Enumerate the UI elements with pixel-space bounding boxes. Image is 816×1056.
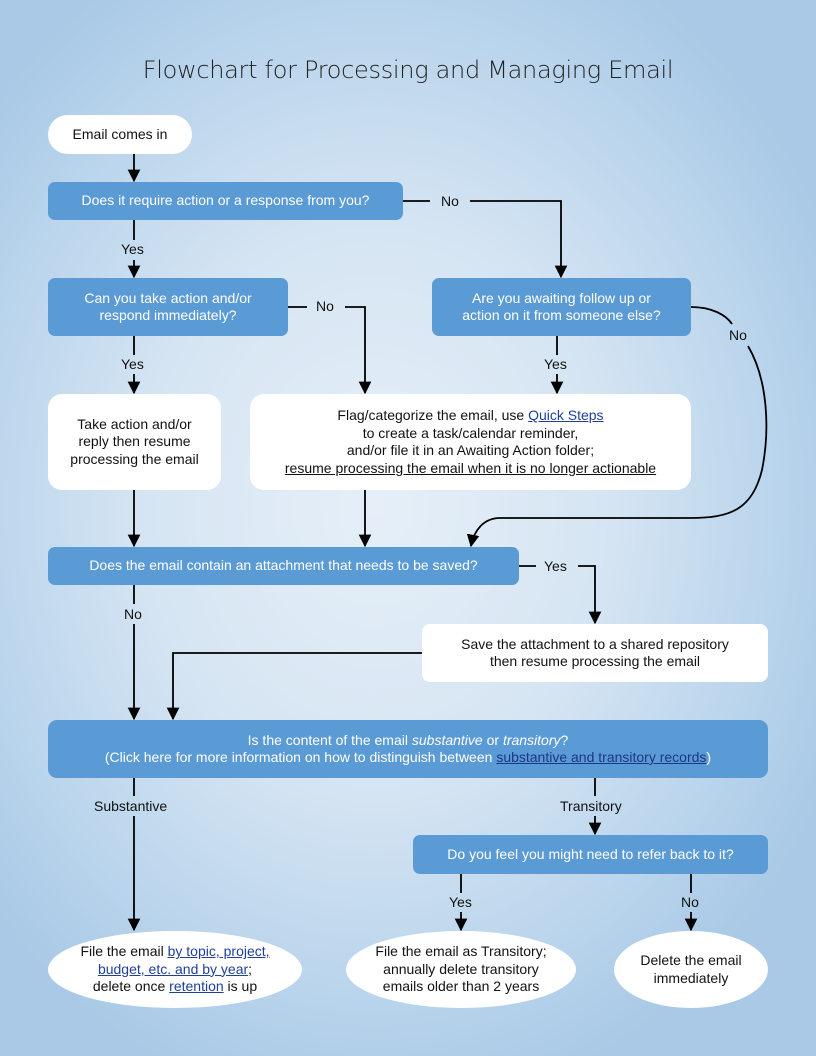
take-action-node: Take action and/or reply then resume pro… bbox=[48, 394, 221, 490]
take-action-line2: reply then resume bbox=[78, 433, 191, 450]
decision-requires-action-text: Does it require action or a response fro… bbox=[81, 192, 370, 209]
quick-steps-link[interactable]: Quick Steps bbox=[528, 407, 603, 423]
label-no-attachment: No bbox=[124, 606, 142, 622]
label-yes-action: Yes bbox=[121, 241, 144, 257]
line-attachment-yes bbox=[519, 565, 595, 623]
file-transitory-line1: File the email as Transitory; bbox=[375, 943, 547, 960]
retention-link[interactable]: retention bbox=[169, 978, 223, 994]
decision-act-immediately-line1: Can you take action and/or bbox=[84, 289, 252, 306]
take-action-line1: Take action and/or bbox=[77, 415, 192, 432]
decision-content-type[interactable]: Is the content of the email substantive … bbox=[48, 720, 768, 778]
decision-awaiting-line1: Are you awaiting follow up or bbox=[471, 289, 651, 306]
take-action-line3: processing the email bbox=[70, 450, 199, 467]
save-attachment-node: Save the attachment to a shared reposito… bbox=[422, 624, 768, 682]
content-line1-suffix: ? bbox=[560, 731, 569, 748]
decision-awaiting-line2: action on it from someone else? bbox=[462, 307, 661, 323]
flag-categorize-node: Flag/categorize the email, use Quick Ste… bbox=[250, 394, 691, 490]
flag-line4: resume processing the email when it is n… bbox=[284, 459, 657, 476]
file-email-mid: ; bbox=[248, 960, 253, 977]
save-attachment-line1: Save the attachment to a shared reposito… bbox=[461, 635, 729, 652]
line-save-to-content bbox=[166, 652, 422, 721]
decision-requires-action: Does it require action or a response fro… bbox=[48, 182, 403, 220]
label-yes-immediate: Yes bbox=[121, 356, 144, 372]
content-line1-mid: or bbox=[482, 731, 503, 748]
label-substantive: Substantive bbox=[94, 798, 168, 814]
content-line1-prefix: Is the content of the email bbox=[247, 731, 412, 748]
file-email-line3-suffix: is up bbox=[223, 978, 258, 995]
label-yes-attachment: Yes bbox=[544, 558, 567, 574]
label-no-awaiting: No bbox=[729, 327, 747, 343]
decision-attachment: Does the email contain an attachment tha… bbox=[48, 547, 519, 585]
substantive-em: substantive bbox=[411, 731, 483, 748]
file-email-line3-prefix: delete once bbox=[92, 978, 170, 995]
start-text: Email comes in bbox=[72, 125, 168, 142]
content-line2-suffix: ) bbox=[706, 749, 712, 765]
label-yes-awaiting: Yes bbox=[544, 356, 567, 372]
filing-link-part2[interactable]: budget, etc. and by year bbox=[98, 961, 248, 977]
delete-email-node: Delete the email immediately bbox=[614, 931, 768, 1008]
file-transitory-line3: emails older than 2 years bbox=[382, 978, 540, 995]
decision-refer-back-text: Do you feel you might need to refer back… bbox=[447, 845, 734, 862]
transitory-em: transitory bbox=[502, 731, 561, 748]
line-action-no bbox=[403, 200, 561, 277]
label-no-refer: No bbox=[681, 894, 699, 910]
records-link[interactable]: substantive and transitory records bbox=[496, 749, 706, 765]
delete-email-line1: Delete the email bbox=[640, 952, 742, 968]
line-immediate-no bbox=[288, 306, 365, 393]
decision-attachment-text: Does the email contain an attachment tha… bbox=[89, 557, 478, 574]
file-transitory-line2: annually delete transitory bbox=[383, 960, 539, 977]
save-attachment-line2: then resume processing the email bbox=[489, 653, 701, 669]
decision-act-immediately: Can you take action and/or respond immed… bbox=[48, 278, 288, 336]
decision-refer-back: Do you feel you might need to refer back… bbox=[413, 835, 768, 874]
decision-awaiting-followup: Are you awaiting follow up or action on … bbox=[432, 278, 691, 336]
label-no-action: No bbox=[441, 193, 459, 209]
label-transitory: Transitory bbox=[560, 798, 622, 814]
content-line2-prefix: (Click here for more information on how … bbox=[104, 749, 497, 765]
file-transitory-node: File the email as Transitory; annually d… bbox=[346, 931, 576, 1008]
label-no-immediate: No bbox=[316, 298, 334, 314]
decision-act-immediately-line2: respond immediately? bbox=[99, 307, 237, 323]
flag-line2: to create a task/calendar reminder, bbox=[362, 424, 579, 441]
label-yes-refer: Yes bbox=[449, 894, 472, 910]
file-email-node: File the email by topic, project, budget… bbox=[48, 931, 302, 1008]
flag-line3: and/or file it in an Awaiting Action fol… bbox=[346, 442, 595, 458]
file-email-prefix: File the email bbox=[80, 943, 168, 960]
flag-line1-text: Flag/categorize the email, use bbox=[337, 407, 529, 423]
delete-email-line2: immediately bbox=[653, 969, 729, 986]
start-node: Email comes in bbox=[48, 115, 192, 154]
filing-link-part1[interactable]: by topic, project, bbox=[168, 943, 270, 959]
